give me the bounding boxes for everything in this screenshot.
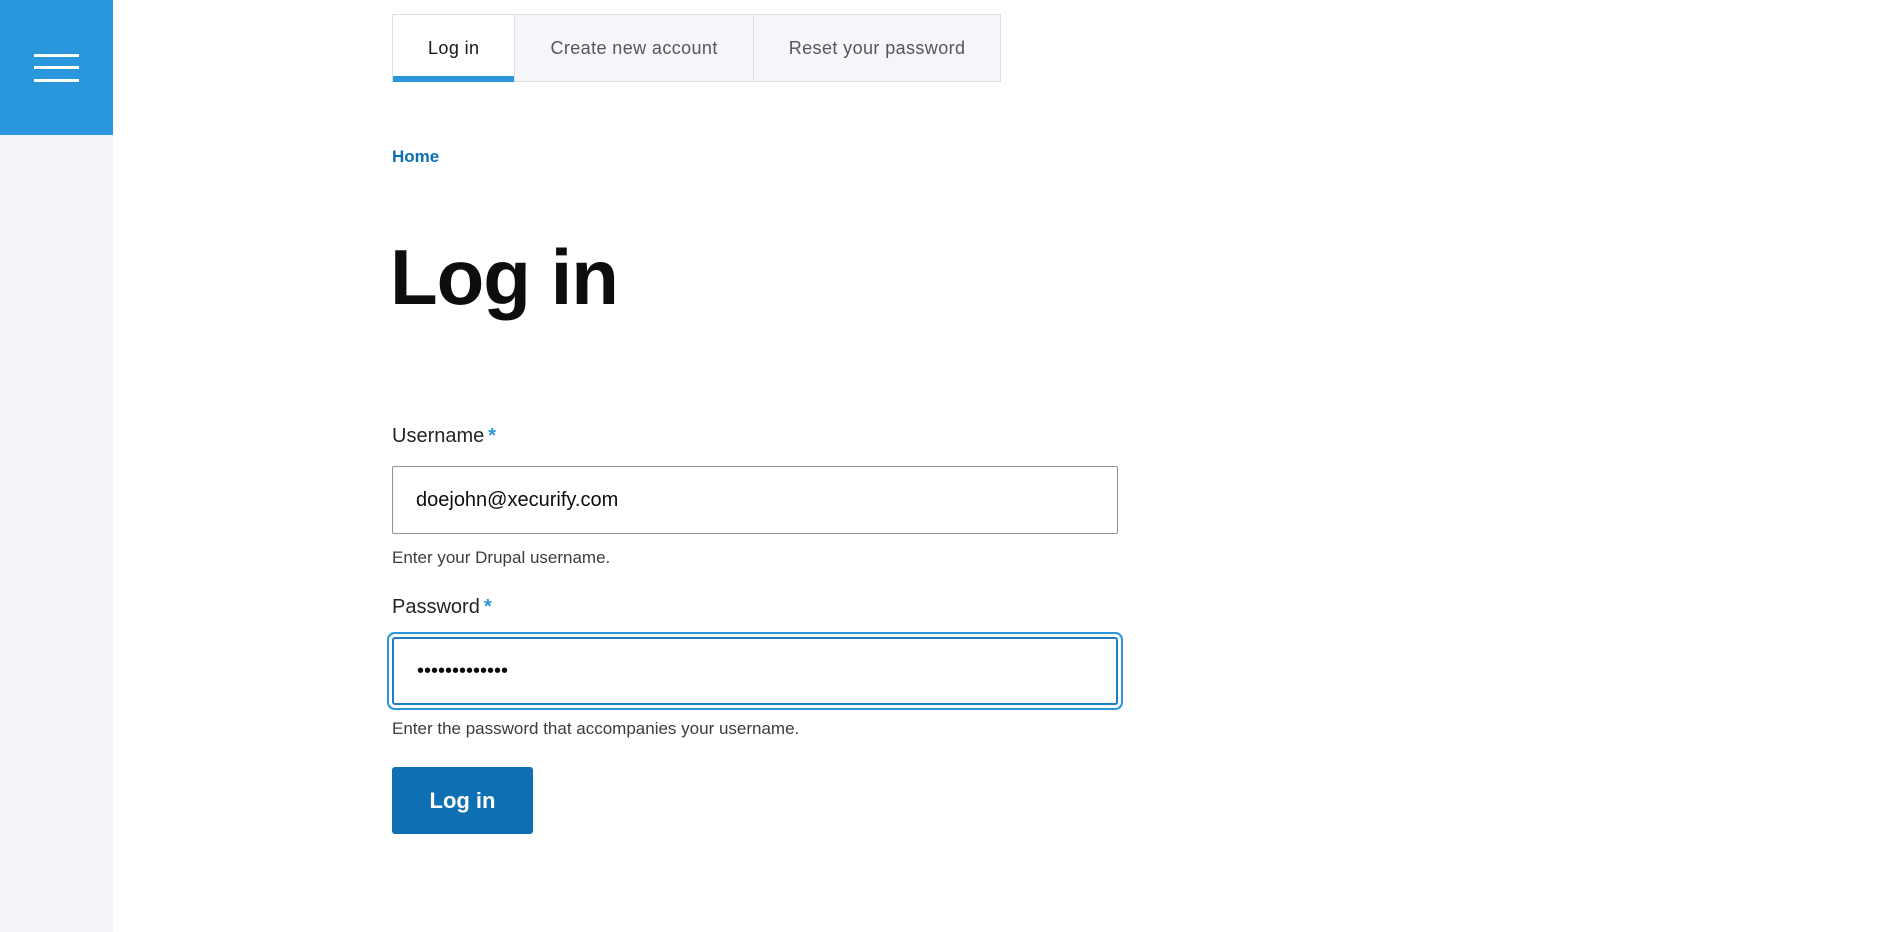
required-marker: * (488, 425, 497, 447)
username-label-text: Username (392, 425, 485, 447)
tab-bar: Log in Create new account Reset your pas… (392, 14, 1002, 82)
page-title: Log in (390, 233, 619, 321)
password-label: Password * (392, 596, 492, 619)
hamburger-menu-icon (34, 54, 79, 82)
password-label-text: Password (392, 596, 480, 618)
left-rail (0, 0, 113, 932)
tab-reset-password[interactable]: Reset your password (754, 15, 1001, 81)
username-label: Username * (392, 425, 496, 448)
menu-button[interactable] (0, 0, 113, 135)
tab-log-in[interactable]: Log in (393, 15, 516, 82)
password-input[interactable] (392, 637, 1118, 705)
password-help-text: Enter the password that accompanies your… (392, 719, 800, 738)
log-in-button[interactable]: Log in (392, 767, 533, 834)
breadcrumb-home-link[interactable]: Home (392, 147, 439, 167)
username-input[interactable] (392, 466, 1118, 534)
tab-create-new-account[interactable]: Create new account (515, 15, 754, 81)
required-marker: * (483, 596, 492, 618)
username-help-text: Enter your Drupal username. (392, 548, 611, 567)
